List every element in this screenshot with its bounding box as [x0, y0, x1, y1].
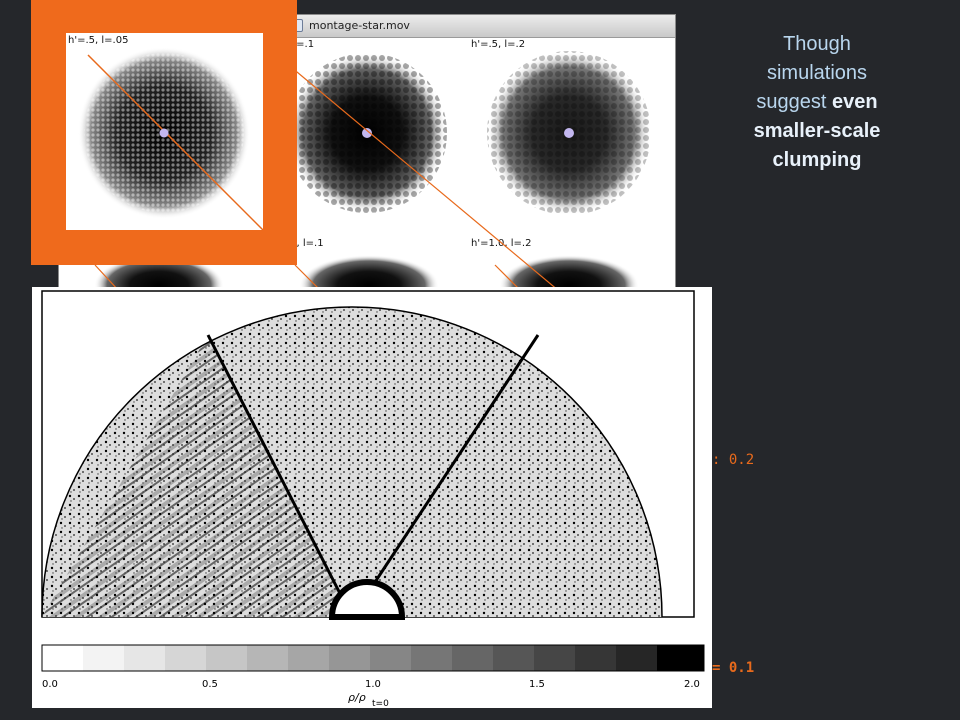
- colorbar-tick-4: 2.0: [684, 679, 700, 690]
- cluster-panel-2: [287, 53, 447, 213]
- colorbar-tick-3: 1.5: [529, 679, 545, 690]
- colorbar: [41, 644, 705, 672]
- colorbar-tick-2: 1.0: [365, 679, 381, 690]
- colorbar-label: ρ/ρ: [348, 691, 366, 704]
- zoom-callout: h'=.5, l=.05: [31, 0, 297, 265]
- note-lower: = 0.1: [712, 660, 755, 676]
- zoomed-cluster-image: [78, 47, 263, 230]
- simulation-figure: 0.0 0.5 1.0 1.5 2.0 ρ/ρ t=0: [32, 287, 712, 709]
- colorbar-tick-0: 0.0: [42, 679, 58, 690]
- side-caption: Though simulations suggest even smaller-…: [742, 30, 892, 175]
- density-map: 0.0 0.5 1.0 1.5 2.0 ρ/ρ t=0: [41, 290, 705, 709]
- cluster-panel-3: [487, 51, 651, 215]
- colorbar-tick-1: 0.5: [202, 679, 218, 690]
- zoomed-cluster-panel: h'=.5, l=.05: [66, 33, 263, 230]
- colorbar-label-sub: t=0: [372, 699, 389, 708]
- note-upper: : 0.2: [712, 452, 755, 468]
